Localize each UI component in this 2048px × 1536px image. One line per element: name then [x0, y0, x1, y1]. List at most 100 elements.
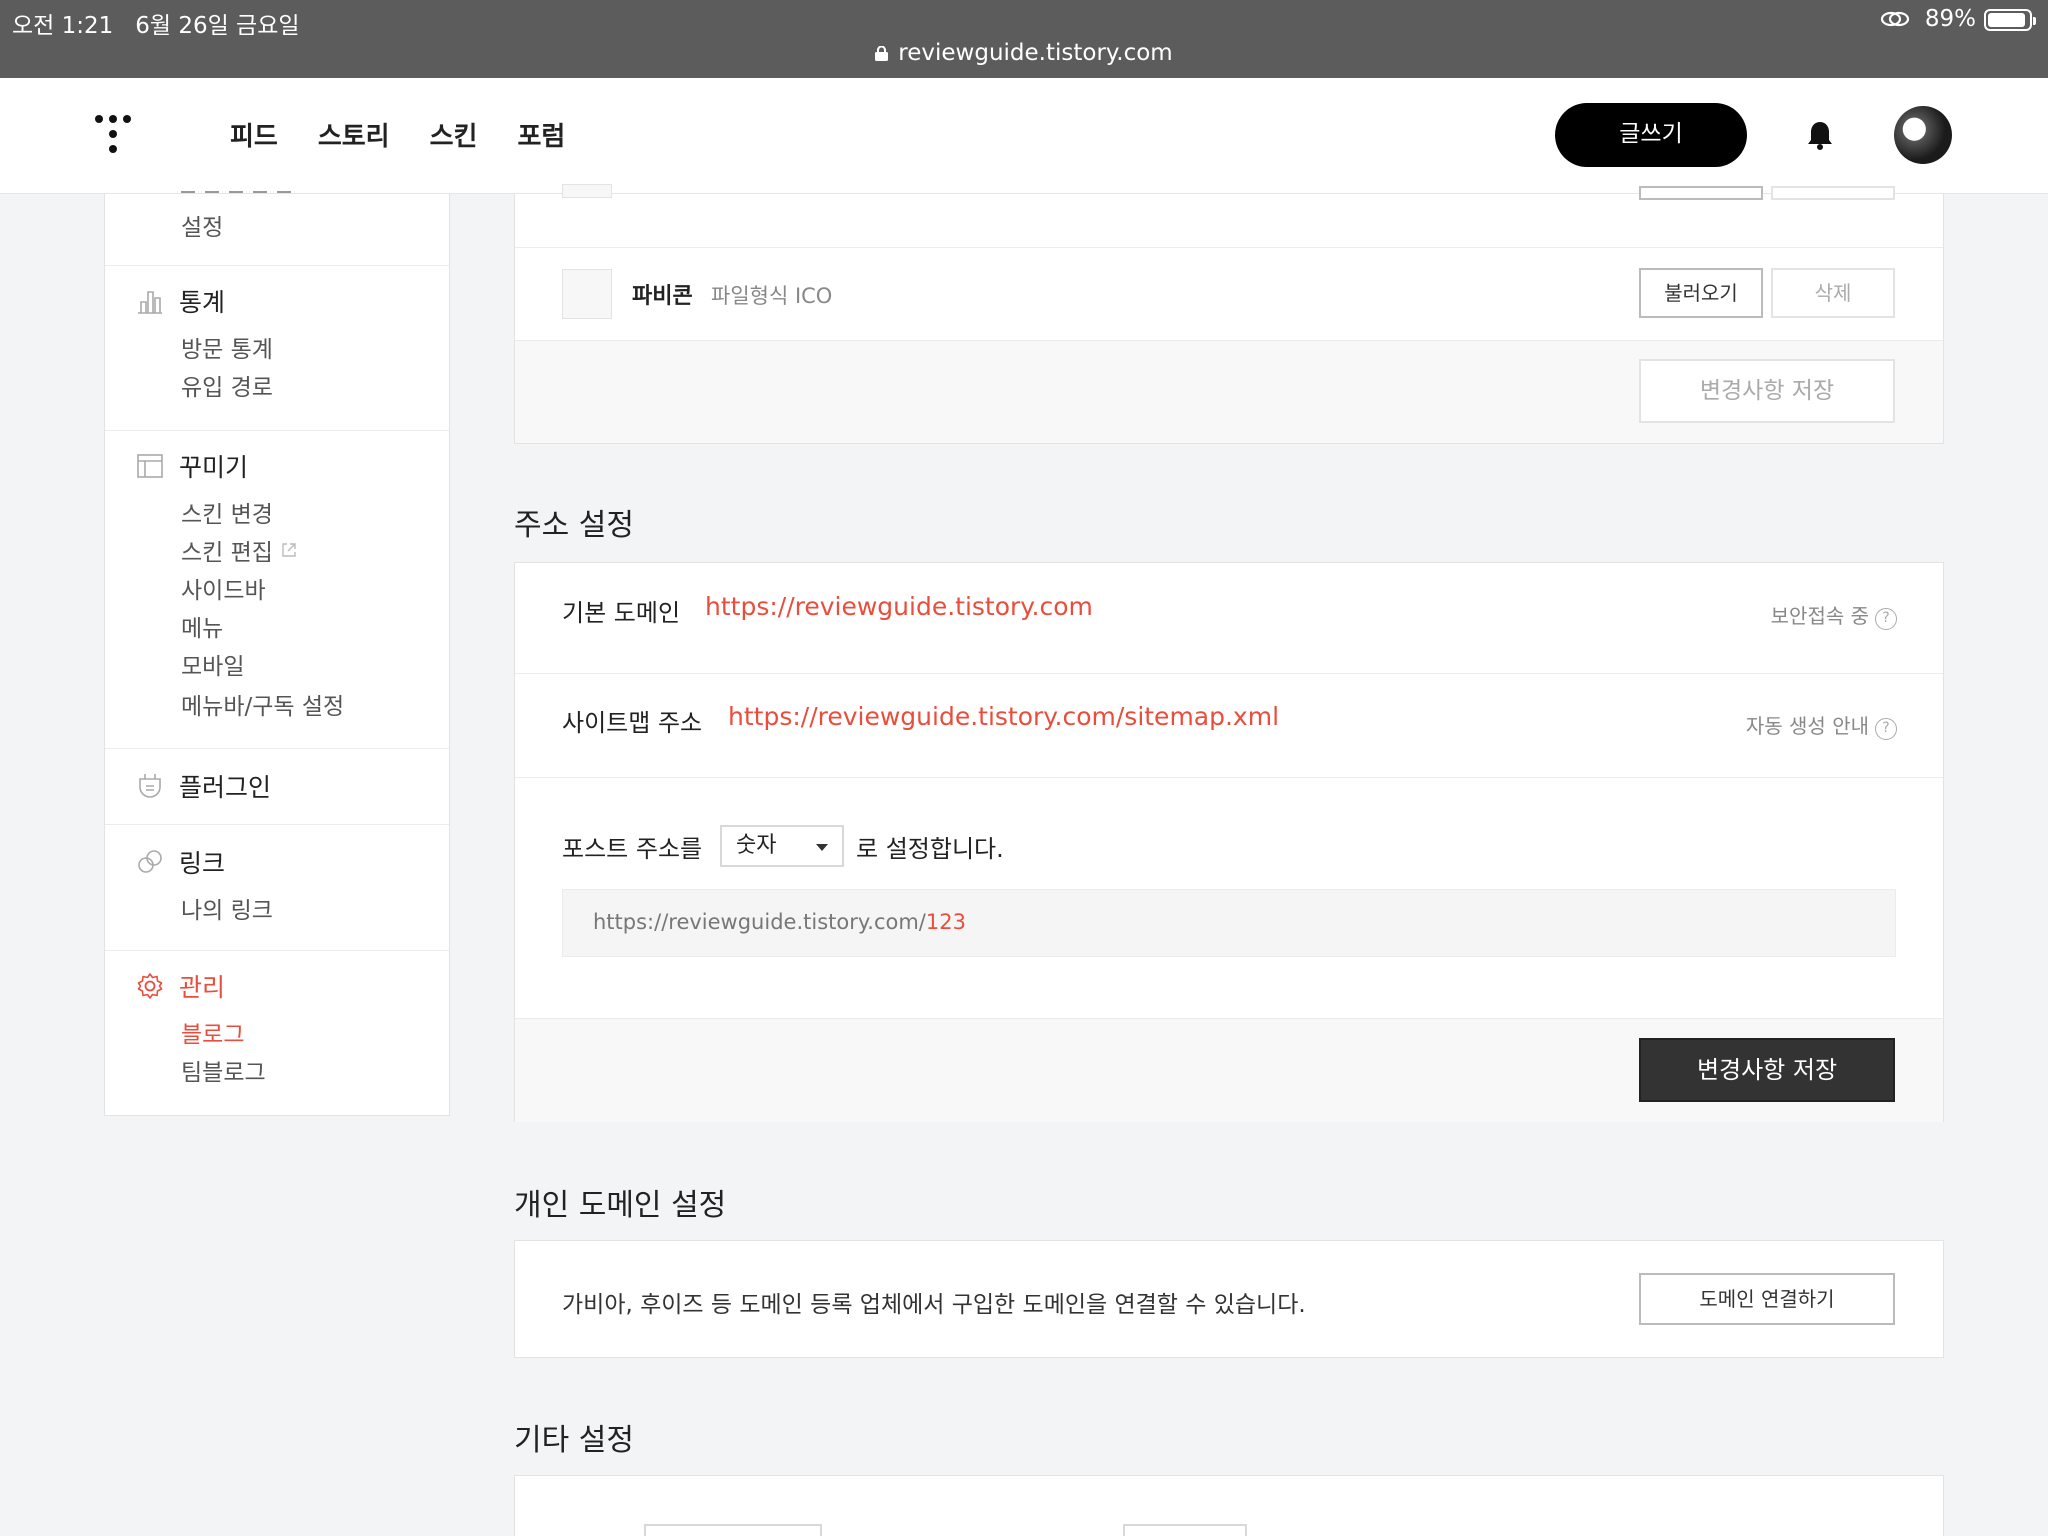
sidebar-link-blog[interactable]: 블로그	[181, 1015, 244, 1049]
caret-down-icon	[816, 844, 828, 851]
gear-icon	[137, 973, 163, 999]
post-address-select[interactable]: 숫자	[720, 825, 844, 867]
favicon-preview-clipped	[562, 184, 612, 198]
sidebar-head-link[interactable]: 링크	[135, 847, 226, 878]
secure-status[interactable]: 보안접속 중?	[1771, 600, 1897, 630]
row-divider	[515, 673, 1943, 674]
layout-icon	[137, 454, 163, 478]
sidebar-section-plugin: 플러그인	[105, 749, 449, 825]
etc-input-clipped[interactable]	[644, 1524, 822, 1536]
plug-icon	[139, 774, 161, 798]
avatar[interactable]	[1894, 106, 1952, 164]
sidebar-section-link: 링크 나의 링크	[105, 825, 449, 951]
sidebar-title-decorate: 꾸미기	[179, 453, 249, 482]
battery-percent: 89%	[1924, 6, 1976, 32]
domain-label: 기본 도메인	[562, 599, 681, 627]
nav-forum[interactable]: 포럼	[517, 116, 565, 153]
battery-icon	[1984, 9, 2036, 31]
chain-link-icon	[138, 850, 162, 873]
sidebar-link-settings[interactable]: 설정	[181, 208, 223, 242]
nav-feed[interactable]: 피드	[230, 116, 278, 153]
sidebar-head-stats[interactable]: 통계	[135, 286, 226, 317]
row-divider	[515, 247, 1943, 248]
external-link-icon	[282, 543, 296, 557]
tistory-logo-icon[interactable]	[94, 114, 138, 158]
sidebar-link-skin-change[interactable]: 스킨 변경	[181, 495, 273, 529]
favicon-save-button[interactable]: 변경사항 저장	[1639, 359, 1895, 423]
sidebar-link-skin-edit[interactable]: 스킨 편집	[181, 533, 297, 567]
sidebar-link-team-blog[interactable]: 팀블로그	[181, 1053, 266, 1087]
delete-button[interactable]: 삭제	[1771, 268, 1895, 318]
sidebar-link-menu[interactable]: 메뉴	[181, 609, 223, 643]
address-section-title: 주소 설정	[514, 508, 634, 543]
favicon-label: 파비콘	[632, 284, 693, 309]
bar-chart-icon	[138, 291, 162, 314]
sidebar-link-mobile[interactable]: 모바일	[181, 647, 244, 681]
status-bar: 오전 1:21 6월 26일 금요일 89% reviewguide.tisto…	[0, 0, 2048, 78]
sidebar-link-referrer[interactable]: 유입 경로	[181, 368, 273, 402]
link-status-icon	[1880, 11, 1910, 27]
address-card: 기본 도메인 https://reviewguide.tistory.com 보…	[514, 562, 1944, 1122]
post-url-preview: https://reviewguide.tistory.com/123	[562, 889, 1896, 957]
sidebar-title-link: 링크	[179, 849, 226, 878]
etc-section-title: 기타 설정	[514, 1423, 634, 1458]
preview-number: 123	[925, 910, 966, 934]
favicon-format: 파일형식 ICO	[711, 284, 833, 308]
skin-edit-label: 스킨 편집	[181, 540, 273, 566]
custom-domain-card: 가비아, 후이즈 등 도메인 등록 업체에서 구입한 도메인을 연결할 수 있습…	[514, 1240, 1944, 1358]
help-icon: ?	[1875, 608, 1897, 630]
sidebar-title-stats: 통계	[179, 288, 226, 317]
row-divider	[515, 777, 1943, 778]
sidebar-link-my-link[interactable]: 나의 링크	[181, 891, 273, 925]
sidebar-section-settings-partial: 설정	[105, 191, 449, 266]
sitemap-label: 사이트맵 주소	[562, 709, 703, 737]
sitemap-info[interactable]: 자동 생성 안내?	[1746, 710, 1897, 740]
custom-domain-title: 개인 도메인 설정	[514, 1188, 727, 1223]
sidebar-head-decorate[interactable]: 꾸미기	[135, 451, 249, 482]
etc-card	[514, 1475, 1944, 1536]
sidebar-section-decorate: 꾸미기 스킨 변경 스킨 편집 사이드바 메뉴 모바일 메뉴바/구독 설정	[105, 431, 449, 749]
sidebar-section-manage: 관리 블로그 팀블로그	[105, 951, 449, 1115]
main-nav: 피드 스토리 스킨 포럼	[230, 116, 565, 153]
sidebar-section-stats: 통계 방문 통계 유입 경로	[105, 266, 449, 431]
address-card-footer: 변경사항 저장	[515, 1018, 1943, 1122]
nav-story[interactable]: 스토리	[318, 116, 390, 153]
sidebar-title-manage: 관리	[179, 973, 226, 1002]
sidebar-title-plugin: 플러그인	[179, 773, 272, 802]
sidebar-link-visit-stats[interactable]: 방문 통계	[181, 330, 273, 364]
lock-icon	[875, 46, 889, 61]
sidebar: 설정 통계 방문 통계 유입 경로 꾸미기 스킨 변경 스킨 편집 사이드바 메…	[104, 191, 450, 1116]
status-time-text: 오전 1:21	[12, 13, 114, 39]
etc-input-clipped-2[interactable]	[1123, 1524, 1247, 1536]
sidebar-head-plugin[interactable]: 플러그인	[135, 771, 272, 802]
preview-base: https://reviewguide.tistory.com/	[593, 910, 926, 934]
favicon-card: 파비콘 파일형식 ICO 불러오기 삭제 변경사항 저장	[514, 184, 1944, 444]
sidebar-link-sidebar[interactable]: 사이드바	[181, 571, 266, 605]
sidebar-head-manage[interactable]: 관리	[135, 971, 226, 1002]
write-button[interactable]: 글쓰기	[1555, 103, 1747, 167]
address-save-button[interactable]: 변경사항 저장	[1639, 1038, 1895, 1102]
select-value: 숫자	[736, 833, 777, 858]
sitemap-info-text: 자동 생성 안내	[1745, 714, 1869, 738]
custom-domain-desc: 가비아, 후이즈 등 도메인 등록 업체에서 구입한 도메인을 연결할 수 있습…	[562, 1292, 1306, 1318]
connect-domain-button[interactable]: 도메인 연결하기	[1639, 1273, 1895, 1325]
favicon-preview	[562, 269, 612, 319]
delete-button-clipped[interactable]	[1771, 186, 1895, 200]
favicon-card-footer: 변경사항 저장	[515, 340, 1943, 443]
load-button[interactable]: 불러오기	[1639, 268, 1763, 318]
address-url: reviewguide.tistory.com	[898, 40, 1173, 66]
post-address-suffix: 로 설정합니다.	[856, 835, 1004, 863]
nav-skin[interactable]: 스킨	[430, 116, 478, 153]
post-address-prefix: 포스트 주소를	[562, 835, 703, 863]
load-button-clipped[interactable]	[1639, 186, 1763, 200]
status-time: 오전 1:21 6월 26일 금요일	[12, 6, 300, 40]
bell-icon[interactable]	[1806, 119, 1834, 151]
secure-text: 보안접속 중	[1770, 604, 1869, 628]
sidebar-link-menubar[interactable]: 메뉴바/구독 설정	[181, 687, 344, 721]
help-icon: ?	[1875, 718, 1897, 740]
domain-url[interactable]: https://reviewguide.tistory.com	[705, 592, 1093, 621]
sitemap-url[interactable]: https://reviewguide.tistory.com/sitemap.…	[728, 702, 1279, 731]
address-bar[interactable]: reviewguide.tistory.com	[0, 40, 2048, 66]
top-header: 피드 스토리 스킨 포럼 글쓰기	[0, 78, 2048, 194]
clipped-link	[181, 186, 301, 196]
